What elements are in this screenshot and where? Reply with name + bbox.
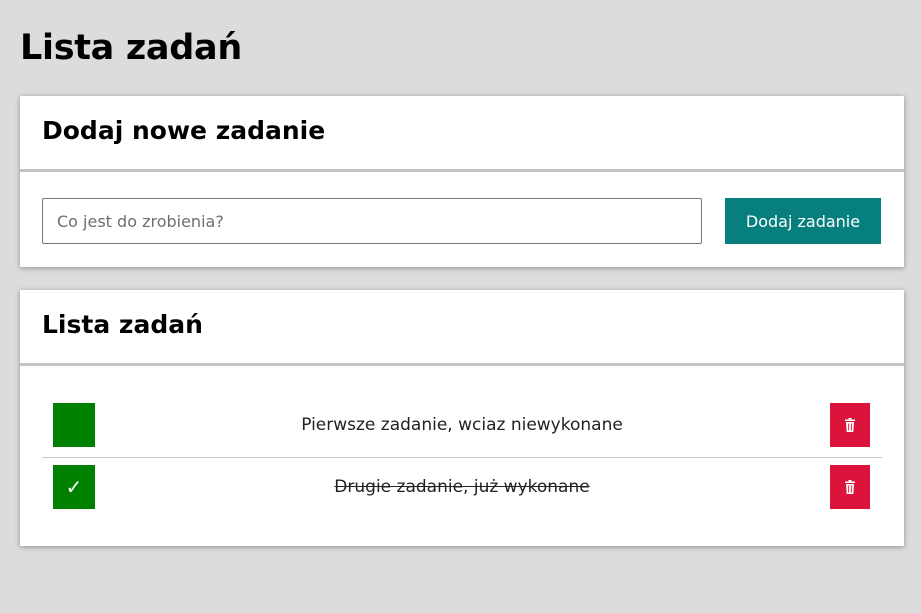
add-task-card: Dodaj nowe zadanie Dodaj zadanie	[20, 96, 904, 267]
task-text: Pierwsze zadanie, wciaz niewykonane	[301, 415, 623, 435]
add-task-heading: Dodaj nowe zadanie	[42, 116, 326, 145]
page-title: Lista zadań	[20, 28, 242, 68]
delete-task-button[interactable]	[830, 403, 870, 447]
add-task-header: Dodaj nowe zadanie	[20, 96, 904, 172]
task-input[interactable]	[42, 198, 702, 244]
trash-icon	[845, 418, 855, 432]
task-text: Drugie zadanie, już wykonane	[334, 477, 590, 497]
task-list-card: Lista zadań Pierwsze zadanie, wciaz niew…	[20, 290, 904, 546]
task-row: ✓ Drugie zadanie, już wykonane	[42, 465, 882, 517]
task-list-heading: Lista zadań	[42, 310, 203, 339]
check-icon: ✓	[65, 475, 83, 499]
task-list-header: Lista zadań	[20, 290, 904, 366]
task-checkbox[interactable]: ✓	[53, 465, 95, 509]
task-row: Pierwsze zadanie, wciaz niewykonane	[42, 397, 882, 458]
delete-task-button[interactable]	[830, 465, 870, 509]
add-task-button[interactable]: Dodaj zadanie	[725, 198, 881, 244]
trash-icon	[845, 480, 855, 494]
task-checkbox[interactable]	[53, 403, 95, 447]
